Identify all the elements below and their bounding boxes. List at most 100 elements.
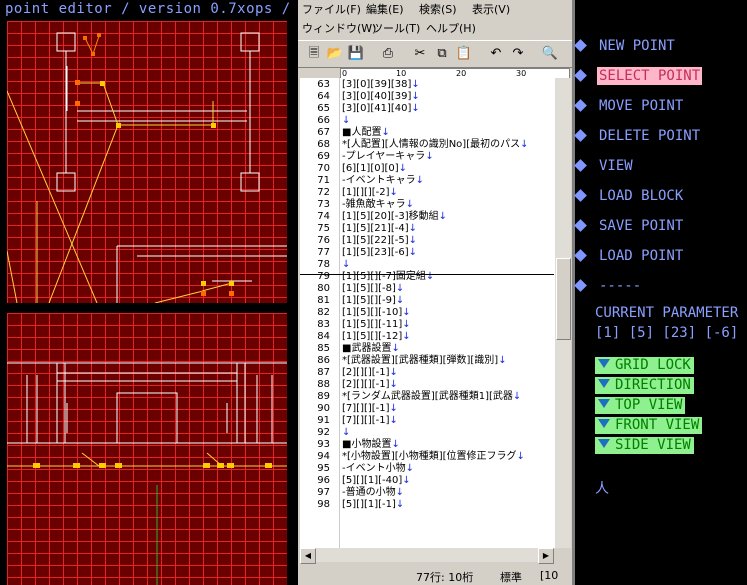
top-viewport[interactable] (7, 21, 287, 303)
scroll-thumb[interactable] (556, 258, 571, 340)
line-text: ↓ (342, 427, 350, 439)
newline-mark-icon: ↓ (402, 319, 411, 330)
text-line[interactable]: 89 *[ランダム武器設置][武器種類1][武器↓ (300, 391, 554, 403)
line-text: [6][1][0][0]↓ (342, 163, 407, 175)
text-line[interactable]: 67 ■人配置↓ (300, 127, 554, 139)
command-2[interactable]: SELECT POINT (574, 67, 703, 85)
line-number: 86 (317, 355, 330, 366)
text-line[interactable]: 80 [1][5][][-8]↓ (300, 283, 554, 295)
print-icon[interactable]: ⎙ (378, 44, 398, 64)
text-line[interactable]: 70 [6][1][0][0]↓ (300, 163, 554, 175)
toggle-2[interactable]: DIRECTION (595, 377, 694, 394)
text-line[interactable]: 88 [2][][][-1]↓ (300, 379, 554, 391)
text-line[interactable]: 79 [1][5][][-7]固定組↓ (300, 271, 554, 283)
line-text: *[人配置][人情報の識別No][最初のパス↓ (342, 139, 529, 151)
line-text: [1][5][][-7]固定組↓ (342, 271, 434, 283)
text-line[interactable]: 77 [1][5][23][-6]↓ (300, 247, 554, 259)
text-line[interactable]: 97 -普通の小物↓ (300, 487, 554, 499)
save-icon[interactable]: 💾 (346, 44, 366, 64)
paste-icon[interactable]: 📋 (454, 44, 474, 64)
text-line[interactable]: 96 [5][][1][-40]↓ (300, 475, 554, 487)
text-line[interactable]: 71 -イベントキャラ↓ (300, 175, 554, 187)
menu-tools[interactable]: ツール(T) (372, 20, 420, 36)
text-line[interactable]: 74 [1][5][20][-3]移動組↓ (300, 211, 554, 223)
text-line[interactable]: 86 *[武器設置][武器種類][弾数][識別]↓ (300, 355, 554, 367)
triangle-down-icon (598, 399, 610, 408)
command-9[interactable]: ----- (574, 277, 643, 295)
diamond-bullet-icon (574, 129, 587, 142)
command-5[interactable]: VIEW (574, 157, 635, 175)
text-line[interactable]: 81 [1][5][][-9]↓ (300, 295, 554, 307)
text-area[interactable]: 63 [3][0][39][38]↓ 64 [3][0][40][39]↓ 65 [3][… (300, 78, 554, 548)
text-line[interactable]: 98 [5][][1][-1]↓ (300, 499, 554, 511)
text-line[interactable]: 90 [7][][][-1]↓ (300, 403, 554, 415)
menu-view[interactable]: 表示(V) (472, 1, 510, 17)
text-line[interactable]: 66 ↓ (300, 115, 554, 127)
text-line[interactable]: 94 *[小物設置][小物種類][位置修正フラグ↓ (300, 451, 554, 463)
line-content: -プレイヤーキャラ (342, 151, 426, 162)
text-line[interactable]: 68 *[人配置][人情報の識別No][最初のパス↓ (300, 139, 554, 151)
command-label: LOAD POINT (599, 248, 684, 264)
command-1[interactable]: NEW POINT (574, 37, 677, 55)
text-line[interactable]: 82 [1][5][][-10]↓ (300, 307, 554, 319)
text-line[interactable]: 72 [1][][][-2]↓ (300, 187, 554, 199)
menu-file[interactable]: ファイル(F) (302, 1, 361, 17)
command-8[interactable]: LOAD POINT (574, 247, 685, 265)
undo-icon[interactable]: ↶ (486, 44, 506, 64)
text-line[interactable]: 69 -プレイヤーキャラ↓ (300, 151, 554, 163)
newline-mark-icon: ↓ (425, 151, 434, 162)
line-text: -イベントキャラ↓ (342, 175, 424, 187)
line-content: -イベント小物 (342, 463, 406, 474)
newline-mark-icon: ↓ (408, 223, 418, 234)
text-line[interactable]: 83 [1][5][][-11]↓ (300, 319, 554, 331)
status-position: 77行: 10桁 (416, 571, 474, 584)
diamond-bullet-icon (574, 69, 587, 82)
text-line[interactable]: 65 [3][0][41][40]↓ (300, 103, 554, 115)
diamond-bullet-icon (574, 99, 587, 112)
new-file-icon[interactable]: 🗏 (304, 44, 324, 64)
cut-icon[interactable]: ✂ (410, 44, 430, 64)
horizontal-scrollbar[interactable]: ◀ ▶ (300, 548, 554, 564)
copy-icon[interactable]: ⧉ (432, 44, 452, 64)
text-line[interactable]: 78 ↓ (300, 259, 554, 271)
command-4[interactable]: DELETE POINT (574, 127, 702, 145)
command-3[interactable]: MOVE POINT (574, 97, 685, 115)
text-line[interactable]: 76 [1][5][22][-5]↓ (300, 235, 554, 247)
scroll-left-icon[interactable]: ◀ (300, 548, 316, 564)
toggle-5[interactable]: SIDE VIEW (595, 437, 694, 454)
text-line[interactable]: 93 ■小物設置↓ (300, 439, 554, 451)
open-folder-icon[interactable]: 📂 (325, 44, 345, 64)
text-line[interactable]: 84 [1][5][][-12]↓ (300, 331, 554, 343)
text-line[interactable]: 73 -雑魚敵キャラ↓ (300, 199, 554, 211)
menu-edit[interactable]: 編集(E) (366, 1, 404, 17)
command-6[interactable]: LOAD BLOCK (574, 187, 685, 205)
toggle-3[interactable]: TOP VIEW (595, 397, 686, 414)
line-content: [1][5][][-9] (342, 295, 396, 306)
vertical-scrollbar[interactable] (554, 78, 571, 548)
line-number: 78 (317, 259, 330, 270)
text-line[interactable]: 85 ■武器設置↓ (300, 343, 554, 355)
text-line[interactable]: 63 [3][0][39][38]↓ (300, 79, 554, 91)
scroll-right-icon[interactable]: ▶ (538, 548, 554, 564)
text-line[interactable]: 87 [2][][][-1]↓ (300, 367, 554, 379)
command-panel: NEW POINT SELECT POINT MOVE POINT DELETE PO… (574, 0, 747, 585)
toggle-1[interactable]: GRID LOCK (595, 357, 694, 374)
line-text: [1][5][23][-6]↓ (342, 247, 417, 259)
triangle-down-icon (598, 419, 610, 428)
newline-mark-icon: ↓ (405, 463, 414, 474)
front-viewport[interactable] (7, 313, 287, 585)
text-line[interactable]: 64 [3][0][40][39]↓ (300, 91, 554, 103)
menu-help[interactable]: ヘルプ(H) (426, 20, 476, 36)
redo-icon[interactable]: ↷ (508, 44, 528, 64)
line-content: -雑魚敵キャラ (342, 199, 406, 210)
command-7[interactable]: SAVE POINT (574, 217, 685, 235)
text-line[interactable]: 75 [1][5][21][-4]↓ (300, 223, 554, 235)
toggle-4[interactable]: FRONT VIEW (595, 417, 703, 434)
text-line[interactable]: 91 [7][][][-1]↓ (300, 415, 554, 427)
text-line[interactable]: 92 ↓ (300, 427, 554, 439)
line-number: 63 (317, 79, 330, 90)
find-icon[interactable]: 🔍 (540, 44, 560, 64)
menu-search[interactable]: 検索(S) (419, 1, 457, 17)
menu-window[interactable]: ウィンドウ(W) (302, 20, 376, 36)
text-line[interactable]: 95 -イベント小物↓ (300, 463, 554, 475)
